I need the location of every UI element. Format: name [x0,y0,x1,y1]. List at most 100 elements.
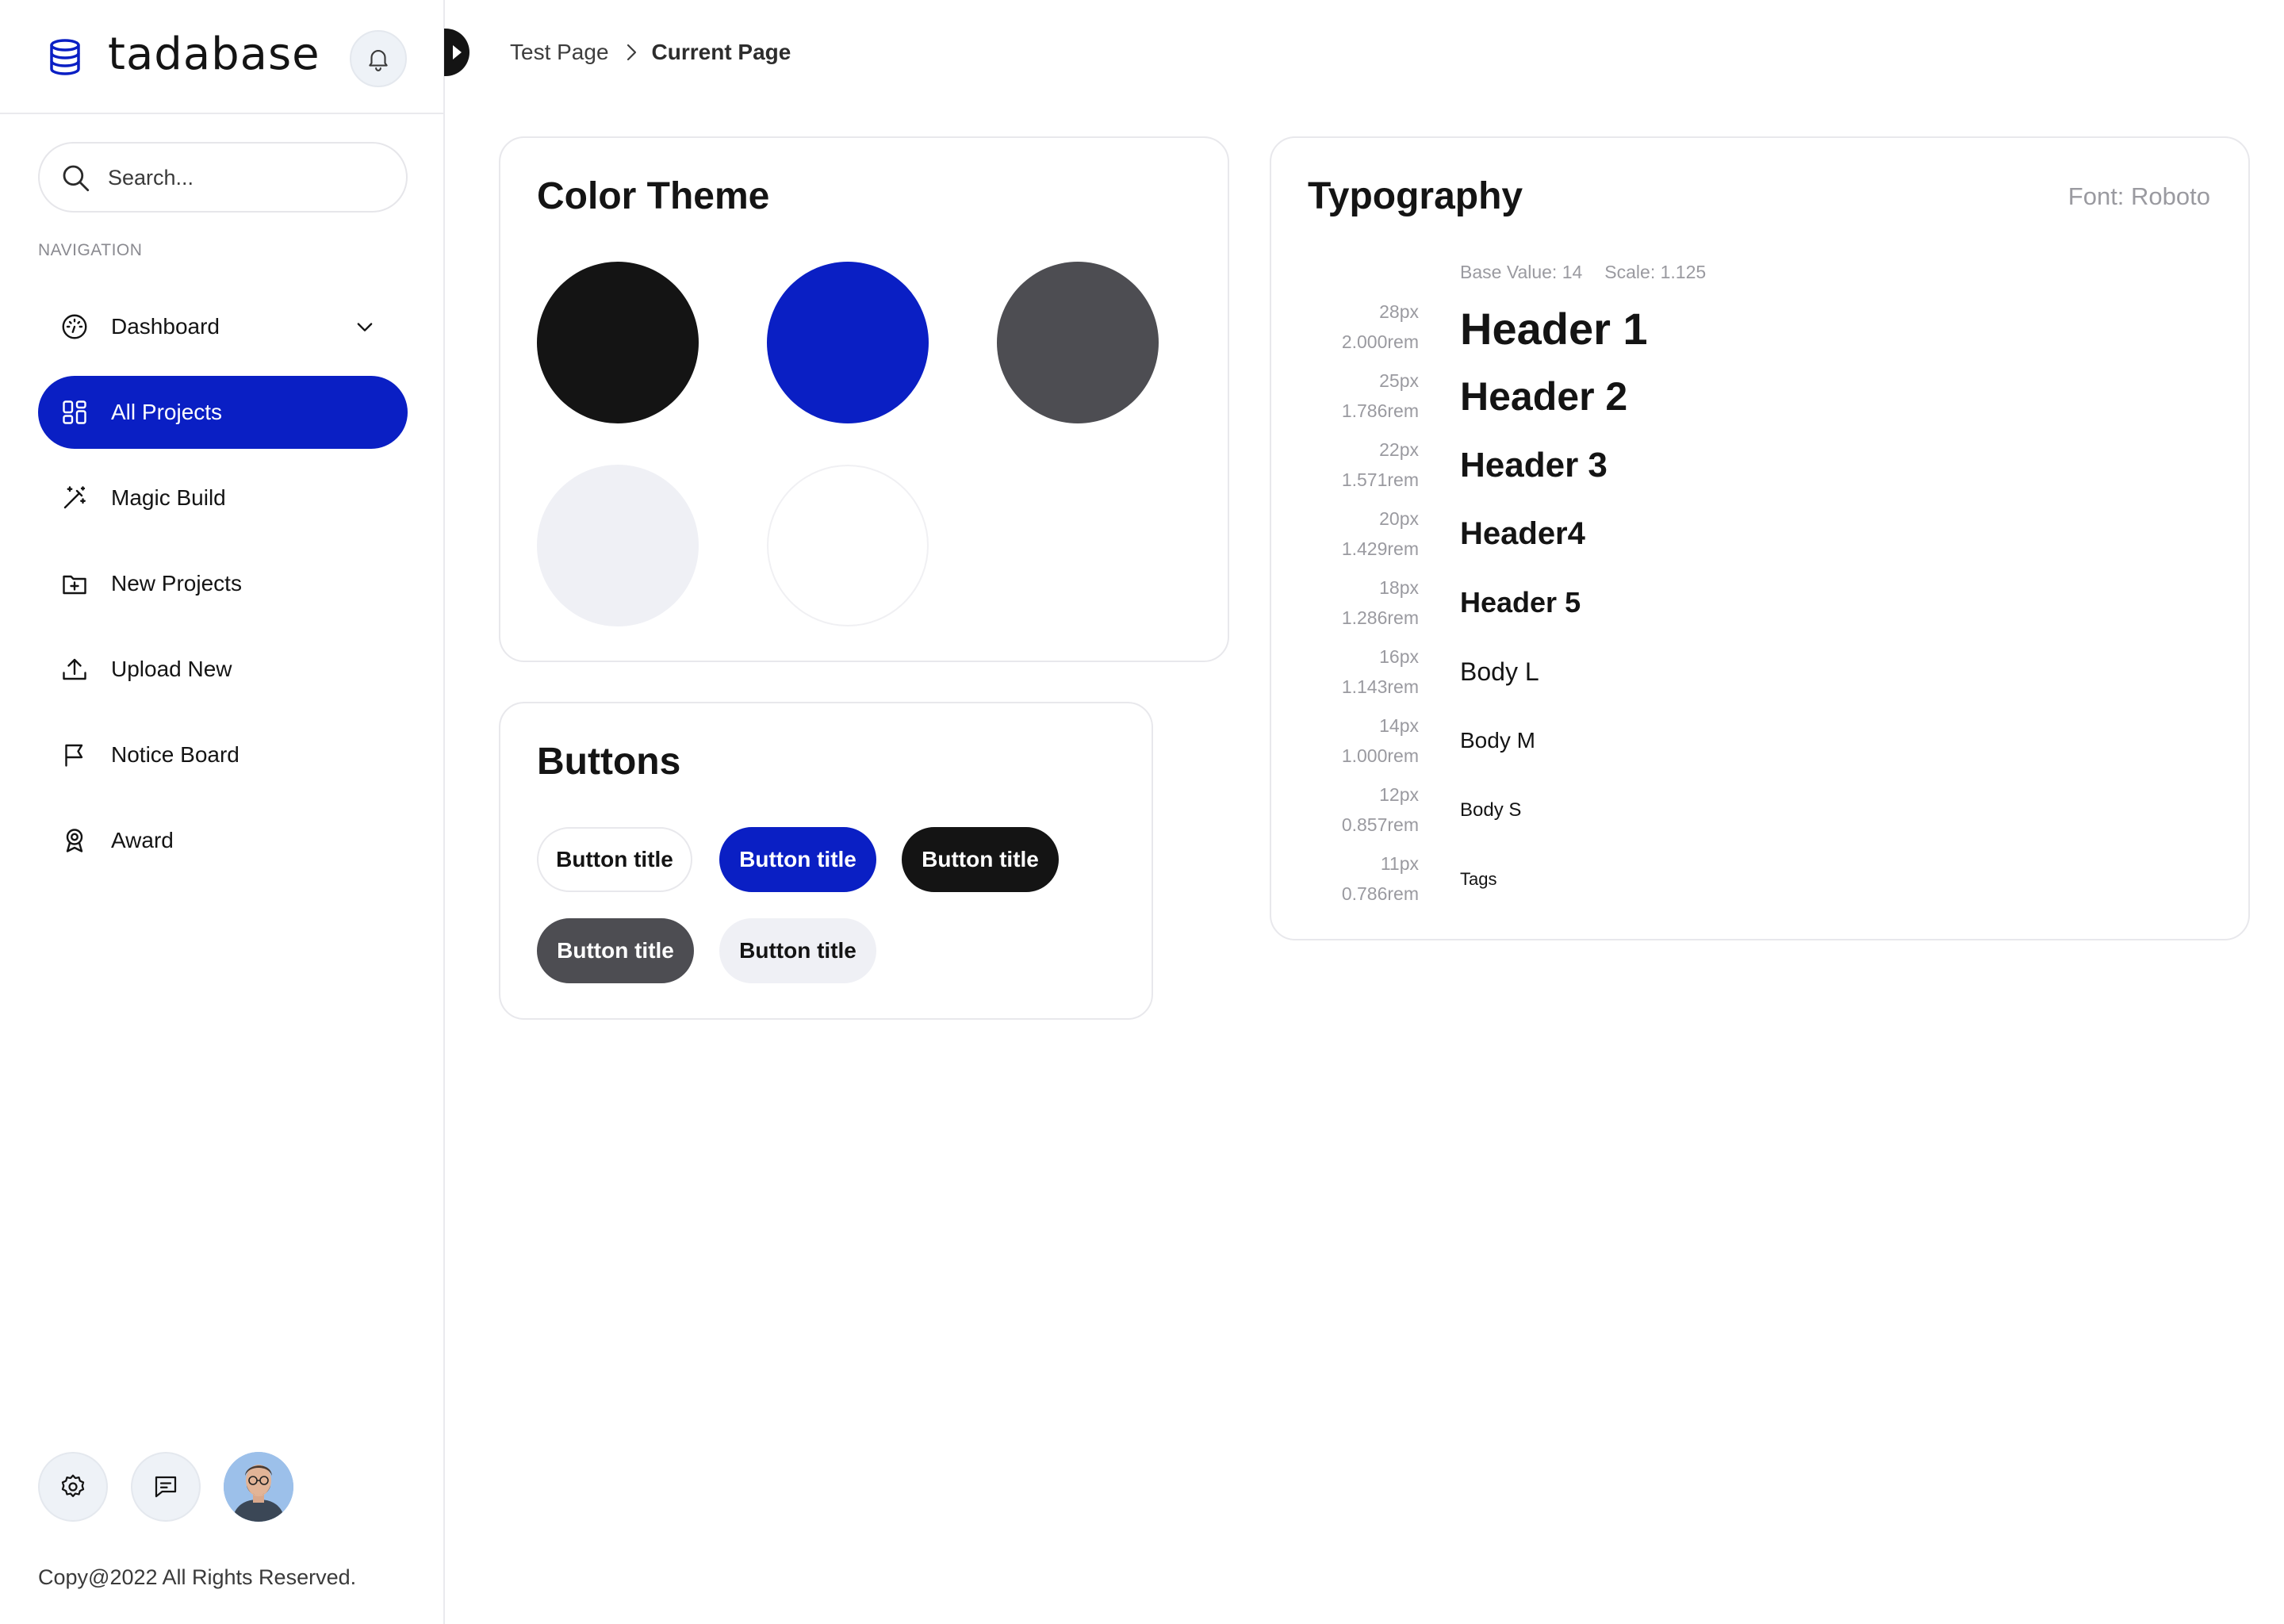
folder-plus-icon [60,569,89,598]
type-size-px: 28px [1379,301,1419,322]
chevron-right-icon [623,41,639,63]
settings-button[interactable] [38,1452,108,1522]
dashboard-gauge-icon [60,312,89,341]
type-sample: Header 2 [1460,374,1628,419]
search-input[interactable] [108,159,377,196]
type-row-header-5: 18px 1.286rem Header 5 [1271,573,2223,636]
type-size-rem: 0.857rem [1341,814,1419,835]
nav-item-new-projects[interactable]: New Projects [38,547,408,620]
type-row-header-1: 28px 2.000rem Header 1 [1271,297,2223,360]
scale-value: Scale: 1.125 [1604,262,1707,282]
type-size-rem: 1.786rem [1341,400,1419,421]
grid-icon [60,398,89,427]
type-sample: Header4 [1460,516,1585,551]
color-swatch[interactable] [537,262,699,423]
type-size-px: 20px [1379,508,1419,529]
notifications-button[interactable] [350,30,407,87]
button-light[interactable]: Button title [719,918,876,983]
type-row-tags: 11px 0.786rem Tags [1271,848,2223,912]
type-sample: Header 3 [1460,446,1608,485]
nav-label: New Projects [111,571,242,596]
nav-item-notice-board[interactable]: Notice Board [38,718,408,791]
type-sample: Body L [1460,657,1539,686]
type-row-body-m: 14px 1.000rem Body M [1271,710,2223,774]
breadcrumb-current: Current Page [651,40,791,64]
nav-item-magic-build[interactable]: Magic Build [38,462,408,534]
color-swatch[interactable] [767,262,929,423]
gear-icon [59,1473,87,1501]
type-row-body-l: 16px 1.143rem Body L [1271,642,2223,705]
nav-label: Award [111,828,174,852]
nav-item-upload-new[interactable]: Upload New [38,633,408,706]
nav-item-all-projects[interactable]: All Projects [38,376,408,449]
buttons-title: Buttons [537,741,681,783]
type-size-rem: 0.786rem [1341,883,1419,904]
nav-label: Dashboard [111,314,220,339]
chat-icon [151,1473,180,1501]
search-icon [59,161,92,194]
database-logo-icon [48,38,82,76]
type-row-header-4: 20px 1.429rem Header4 [1271,504,2223,567]
type-sample: Header 5 [1460,586,1581,619]
type-size-px: 14px [1379,715,1419,736]
user-avatar[interactable] [224,1452,293,1522]
type-sample: Header 1 [1460,304,1648,354]
type-size-rem: 1.286rem [1341,607,1419,628]
type-size-px: 22px [1379,439,1419,460]
upload-icon [60,655,89,684]
award-icon [60,826,89,855]
type-row-body-s: 12px 0.857rem Body S [1271,779,2223,843]
nav-label: Magic Build [111,485,226,510]
type-size-px: 25px [1379,370,1419,391]
color-swatch[interactable] [537,465,699,626]
base-value: Base Value: 14 [1460,262,1583,282]
navigation-heading: NAVIGATION [38,241,143,259]
caret-right-icon [450,44,463,61]
sidebar: tadabase NAVIGATION [0,0,469,1624]
type-size-px: 18px [1379,577,1419,598]
type-size-rem: 1.429rem [1341,538,1419,559]
type-size-px: 12px [1379,784,1419,805]
magic-wand-icon [60,484,89,512]
font-family-note: Font: Roboto [2067,182,2210,210]
breadcrumb-parent-link[interactable]: Test Page [510,40,609,65]
type-sample: Body S [1460,799,1522,821]
button-gray[interactable]: Button title [537,918,694,983]
flag-icon [60,741,89,769]
button-dark[interactable]: Button title [902,827,1059,892]
chevron-down-icon[interactable] [354,316,376,338]
color-theme-title: Color Theme [537,175,770,217]
color-swatch[interactable] [767,465,929,626]
type-size-rem: 2.000rem [1341,331,1419,352]
bell-icon [365,45,392,72]
button-primary[interactable]: Button title [719,827,876,892]
copyright-text: Copy@2022 All Rights Reserved. [38,1565,357,1589]
typography-title: Typography [1308,175,1523,217]
nav-label: Notice Board [111,742,240,767]
type-sample: Tags [1460,869,1497,889]
nav-label: All Projects [111,400,223,424]
breadcrumb: Test Page Current Page [510,38,791,67]
color-theme-card: Color Theme [499,136,1229,662]
type-size-rem: 1.143rem [1341,676,1419,697]
color-swatch[interactable] [997,262,1159,423]
nav-item-award[interactable]: Award [38,804,408,877]
search-box[interactable] [38,142,408,213]
nav-label: Upload New [111,657,232,681]
type-size-rem: 1.571rem [1341,469,1419,490]
messages-button[interactable] [131,1452,201,1522]
sidebar-collapse-toggle[interactable] [444,29,469,76]
type-row-header-3: 22px 1.571rem Header 3 [1271,435,2223,498]
type-sample: Body M [1460,728,1535,753]
button-outline[interactable]: Button title [537,827,692,892]
nav-item-dashboard[interactable]: Dashboard [38,290,408,363]
type-size-rem: 1.000rem [1341,745,1419,766]
typography-card: Typography Font: Roboto Base Value: 14 Sc… [1270,136,2250,940]
buttons-card: Buttons Button title Button title Button… [499,702,1153,1020]
type-scale-note: Base Value: 14 Scale: 1.125 [1460,262,1706,283]
type-size-px: 11px [1380,853,1419,874]
type-size-px: 16px [1379,646,1419,667]
type-row-header-2: 25px 1.786rem Header 2 [1271,366,2223,429]
brand-header: tadabase [0,0,445,114]
brand-name[interactable]: tadabase [108,29,320,80]
